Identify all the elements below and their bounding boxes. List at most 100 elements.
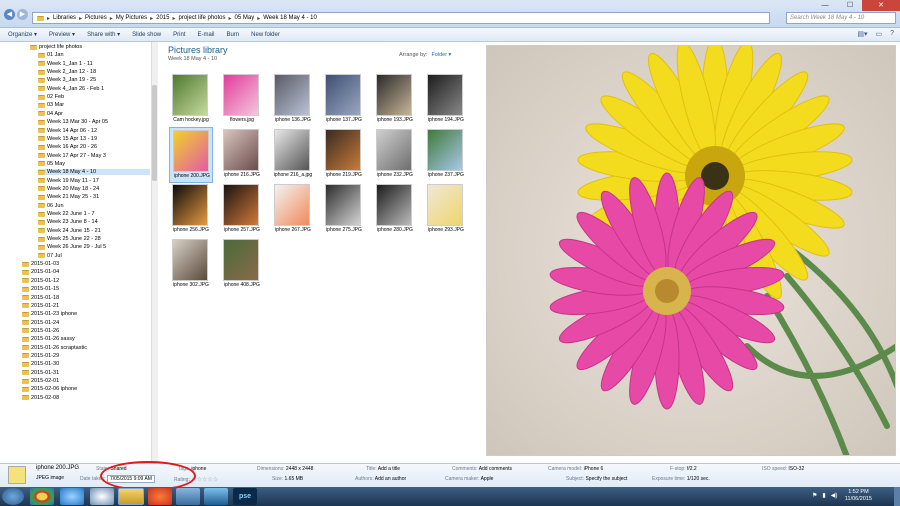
subject-value[interactable]: Specify the subject — [585, 476, 627, 482]
breadcrumb-item[interactable]: My Pictures — [116, 15, 147, 21]
nav-tree-item[interactable]: 2015-01-18 — [22, 295, 150, 301]
share-with-button[interactable]: Share with ▾ — [87, 31, 120, 38]
file-thumbnail-item[interactable]: iphone 216.JPG — [220, 127, 264, 183]
burn-button[interactable]: Burn — [226, 32, 239, 38]
nav-tree-item[interactable]: Week 1_Jan 1 - 11 — [38, 61, 150, 67]
nav-tree-item[interactable]: 02 Feb — [38, 94, 150, 100]
search-input[interactable]: Search Week 18 May 4 - 10 — [786, 12, 896, 24]
minimize-icon[interactable]: — — [812, 0, 838, 11]
clock[interactable]: 1:52 PM 11/06/2015 — [845, 489, 872, 503]
title-value[interactable]: Add a title — [378, 466, 400, 472]
nav-tree-item[interactable]: 2015-01-04 — [22, 269, 150, 275]
nav-tree-item[interactable]: project life photos — [30, 44, 150, 50]
nav-tree-item[interactable]: Week 4_Jan 26 - Feb 1 — [38, 86, 150, 92]
file-thumbnail-item[interactable]: iphone 137.JPG — [322, 72, 366, 128]
file-thumbnail-item[interactable]: iphone 219.JPG — [322, 127, 366, 183]
file-thumbnail-item[interactable]: Cam hockey.jpg — [169, 72, 213, 128]
nav-tree-item[interactable]: Week 18 May 4 - 10 — [38, 169, 150, 176]
camera-maker-value[interactable]: Apple — [481, 476, 494, 482]
file-thumbnail-item[interactable]: iphone 237.JPG — [424, 127, 468, 183]
photo-viewer-icon[interactable] — [176, 488, 200, 505]
nav-tree-item[interactable]: Week 14 Apr 06 - 12 — [38, 128, 150, 134]
nav-tree-item[interactable]: 2015-01-24 — [22, 320, 150, 326]
email-button[interactable]: E-mail — [197, 32, 214, 38]
preview-button[interactable]: Preview ▾ — [49, 31, 75, 38]
file-thumbnail-item[interactable]: iphone 232.JPG — [373, 127, 417, 183]
nav-tree-item[interactable]: 2015-01-31 — [22, 370, 150, 376]
breadcrumb-item[interactable]: 2015 — [156, 15, 169, 21]
file-thumbnail-item[interactable]: flowers.jpg — [220, 72, 264, 128]
nav-tree-item[interactable]: 2015-01-03 — [22, 261, 150, 267]
file-thumbnail-item[interactable]: iphone 256.JPG — [169, 182, 213, 238]
explorer-taskbar-icon[interactable] — [118, 488, 144, 505]
file-thumbnail-item[interactable]: iphone 408.JPG — [220, 237, 264, 293]
nav-tree-item[interactable]: Week 26 June 29 - Jul 5 — [38, 244, 150, 250]
file-thumbnail-item[interactable]: iphone 257.JPG — [220, 182, 264, 238]
photoshop-elements-icon[interactable]: pse — [233, 488, 257, 505]
file-thumbnail-item[interactable]: iphone 267.JPG — [271, 182, 315, 238]
nav-tree-item[interactable]: 2015-01-26 scraptastic — [22, 345, 150, 351]
file-thumbnail-item[interactable]: iphone 216_a.jpg — [271, 127, 315, 183]
nav-tree-item[interactable]: Week 24 June 15 - 21 — [38, 228, 150, 234]
nav-tree-item[interactable]: Week 17 Apr 27 - May 3 — [38, 153, 150, 159]
window-icon[interactable] — [204, 488, 228, 505]
nav-tree-item[interactable]: 2015-01-26 sassy — [22, 336, 150, 342]
forward-button[interactable]: ▶ — [17, 9, 28, 20]
scrollbar-thumb[interactable] — [152, 85, 157, 181]
nav-tree-item[interactable]: 2015-01-30 — [22, 361, 150, 367]
file-thumbnail-item[interactable]: iphone 302.JPG — [169, 237, 213, 293]
breadcrumb-item[interactable]: Pictures — [85, 15, 107, 21]
nav-tree-item[interactable]: 03 Mar — [38, 102, 150, 108]
nav-tree-item[interactable]: Week 19 May 11 - 17 — [38, 178, 150, 184]
nav-tree-item[interactable]: 06 Jun — [38, 203, 150, 209]
comments-value[interactable]: Add comments — [479, 466, 512, 472]
media-player-icon[interactable] — [90, 488, 114, 505]
nav-tree-item[interactable]: Week 16 Apr 20 - 26 — [38, 144, 150, 150]
camera-model-value[interactable]: iPhone 6 — [584, 466, 604, 472]
nav-tree-item[interactable]: 2015-01-23 iphone — [22, 311, 150, 317]
file-thumbnail-item[interactable]: iphone 280.JPG — [373, 182, 417, 238]
nav-tree-item[interactable]: Week 13 Mar 30 - Apr 05 — [38, 119, 150, 125]
nav-tree-item[interactable]: 04 Apr — [38, 111, 150, 117]
file-thumbnail-item[interactable]: iphone 194.JPG — [424, 72, 468, 128]
nav-tree-item[interactable]: 2015-02-01 — [22, 378, 150, 384]
slide-show-button[interactable]: Slide show — [132, 32, 161, 38]
nav-tree-item[interactable]: 2015-01-21 — [22, 303, 150, 309]
preview-pane-icon[interactable]: ▭ — [875, 30, 882, 38]
nav-tree-item[interactable]: Week 23 June 8 - 14 — [38, 219, 150, 225]
authors-value[interactable]: Add an author — [375, 476, 406, 482]
nav-tree-item[interactable]: Week 15 Apr 13 - 19 — [38, 136, 150, 142]
breadcrumb-item[interactable]: project life photos — [178, 15, 225, 21]
nav-tree-item[interactable]: Week 22 June 1 - 7 — [38, 211, 150, 217]
help-icon[interactable]: ? — [890, 30, 894, 38]
file-thumbnail-item[interactable]: iphone 200.JPG — [169, 127, 213, 183]
nav-tree-item[interactable]: 07 Jul — [38, 253, 150, 259]
nav-tree-item[interactable]: 2015-01-26 — [22, 328, 150, 334]
change-view-icon[interactable]: ▤▾ — [857, 30, 867, 38]
organize-button[interactable]: Organize ▾ — [8, 31, 37, 38]
nav-tree-item[interactable]: 2015-01-12 — [22, 278, 150, 284]
nav-tree-item[interactable]: 2015-01-29 — [22, 353, 150, 359]
volume-icon[interactable]: ◀) — [831, 492, 838, 499]
nav-tree-item[interactable]: 2015-02-08 — [22, 395, 150, 401]
chrome-icon[interactable] — [30, 488, 54, 505]
start-button[interactable] — [2, 488, 24, 505]
show-desktop-button[interactable] — [894, 487, 900, 506]
internet-explorer-icon[interactable] — [60, 488, 84, 505]
nav-tree-item[interactable]: 01 Jan — [38, 52, 150, 58]
file-thumbnail-item[interactable]: iphone 293.JPG — [424, 182, 468, 238]
nav-tree-item[interactable]: 2015-02-06 iphone — [22, 386, 150, 392]
close-icon[interactable]: ✕ — [862, 0, 900, 11]
nav-tree-item[interactable]: 05 May — [38, 161, 150, 167]
file-thumbnail-item[interactable]: iphone 275.JPG — [322, 182, 366, 238]
nav-tree-item[interactable]: Week 25 June 22 - 28 — [38, 236, 150, 242]
maximize-icon[interactable]: ☐ — [838, 0, 862, 11]
nav-tree-item[interactable]: 2015-01-15 — [22, 286, 150, 292]
print-button[interactable]: Print — [173, 32, 185, 38]
breadcrumb-item[interactable]: Libraries — [53, 15, 76, 21]
back-button[interactable]: ◀ — [4, 9, 15, 20]
address-bar[interactable]: ▸ Libraries ▸ Pictures ▸ My Pictures ▸ 2… — [32, 12, 770, 24]
flag-icon[interactable]: ⚑ — [812, 492, 817, 499]
network-icon[interactable]: ▮ — [822, 492, 825, 499]
nav-tree-item[interactable]: Week 20 May 18 - 24 — [38, 186, 150, 192]
